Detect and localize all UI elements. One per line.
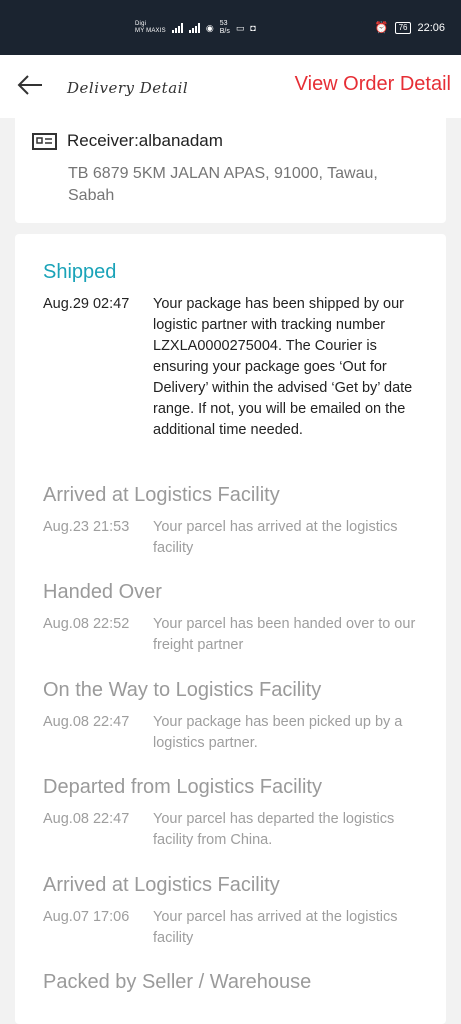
screen-icon: ▭ <box>235 22 245 33</box>
event-time: Aug.23 21:53 <box>43 519 130 535</box>
network-speed: 53 B/s <box>219 20 230 35</box>
event-status: On the Way to Logistics Facility <box>43 679 322 701</box>
battery-level: 76 <box>394 21 412 34</box>
tracking-event: On the Way to Logistics Facility Aug.08 … <box>43 679 433 754</box>
clock: 22:06 <box>417 21 445 34</box>
event-status: Packed by Seller / Warehouse <box>43 971 312 993</box>
event-description: Your parcel has arrived at the logistics… <box>153 519 398 556</box>
tracking-card: Shipped Aug.29 02:47 Your package has be… <box>15 234 446 1024</box>
event-description: Your parcel has arrived at the logistics… <box>153 909 398 946</box>
tracking-event: Shipped Aug.29 02:47 Your package has be… <box>43 261 433 441</box>
event-status: Shipped <box>43 261 117 283</box>
event-time: Aug.29 02:47 <box>43 296 130 312</box>
event-time: Aug.08 22:47 <box>43 714 130 730</box>
event-description: Your package has been shipped by our log… <box>153 296 413 438</box>
id-card-icon <box>32 132 57 150</box>
tracking-event: Handed Over Aug.08 22:52 Your parcel has… <box>43 581 433 656</box>
receiver-card: Receiver:albanadam TB 6879 5KM JALAN APA… <box>15 118 446 223</box>
page-title: Delivery Detail <box>67 79 189 97</box>
tracking-event: Arrived at Logistics Facility Aug.23 21:… <box>43 484 433 559</box>
carrier-info: Digi MY MAXIS <box>135 21 166 35</box>
event-status: Arrived at Logistics Facility <box>43 484 280 506</box>
wifi-icon: ◉ <box>205 22 214 33</box>
status-bar: Digi MY MAXIS ◉ 53 B/s ▭ ◘ ⏰ 76 22:06 <box>0 0 461 55</box>
event-status: Arrived at Logistics Facility <box>43 874 280 896</box>
tracking-event: Departed from Logistics Facility Aug.08 … <box>43 776 433 851</box>
receiver-name: Receiver:albanadam <box>67 131 223 150</box>
event-description: Your parcel has departed the logistics f… <box>153 811 395 848</box>
event-time: Aug.08 22:47 <box>43 811 130 827</box>
event-time: Aug.08 22:52 <box>43 616 130 632</box>
back-arrow-icon[interactable] <box>16 73 44 97</box>
tracking-event: Arrived at Logistics Facility Aug.07 17:… <box>43 874 433 949</box>
event-status: Handed Over <box>43 581 162 603</box>
event-status: Departed from Logistics Facility <box>43 776 322 798</box>
event-description: Your package has been picked up by a log… <box>153 714 403 751</box>
tracking-event: Packed by Seller / Warehouse <box>43 971 433 994</box>
app-header: Delivery Detail View Order Detail <box>0 55 461 118</box>
event-description: Your parcel has been handed over to our … <box>153 616 416 653</box>
carrier-line1: Digi <box>135 21 147 27</box>
signal-icon-2 <box>188 23 200 33</box>
signal-icon <box>171 23 183 33</box>
bag-icon: ◘ <box>250 23 256 33</box>
carrier-line2: MY MAXIS <box>135 28 166 34</box>
receiver-address: TB 6879 5KM JALAN APAS, 91000, Tawau, Sa… <box>68 165 378 204</box>
status-left: Digi MY MAXIS ◉ 53 B/s ▭ ◘ <box>135 20 256 36</box>
view-order-detail-link[interactable]: View Order Detail <box>295 73 451 96</box>
alarm-icon: ⏰ <box>374 22 389 34</box>
event-time: Aug.07 17:06 <box>43 909 130 925</box>
